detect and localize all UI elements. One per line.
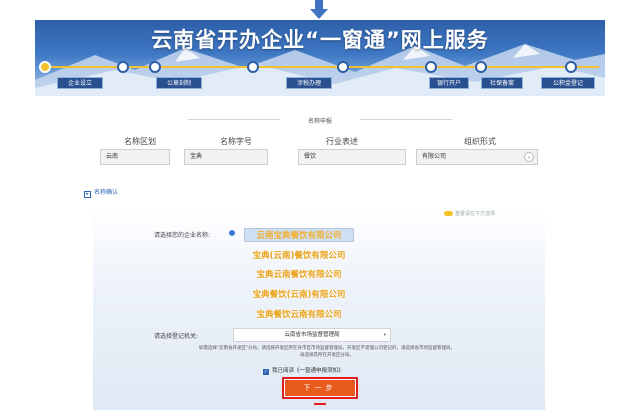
column-header-brand: 名称字号: [220, 137, 252, 146]
step-tab-company[interactable]: 企业设立: [57, 77, 103, 89]
name-confirm-heading: ▸ 名称确认: [84, 187, 118, 198]
agreement-checkbox-row[interactable]: ✓ 我已阅读《一窗通申报须知》: [263, 366, 344, 375]
chevron-down-icon: ▾: [383, 332, 386, 338]
step-tab-housing-fund[interactable]: 公积金登记: [541, 77, 595, 89]
play-icon: ▸: [84, 191, 91, 198]
name-option[interactable]: 宝典(云南)餐饮有限公司: [244, 249, 354, 263]
step-dot: [149, 61, 161, 73]
registry-value: 云南省市场监督管理局: [284, 332, 340, 338]
name-confirm-label: 名称确认: [94, 189, 119, 196]
step-tab-seal[interactable]: 公章刻制: [156, 77, 202, 89]
name-option-text: 云南宝典餐饮有限公司: [256, 231, 342, 241]
chevron-down-icon[interactable]: ⌄: [524, 152, 534, 162]
registry-select[interactable]: 云南省市场监督管理局 ▾: [233, 328, 391, 342]
name-option-selected[interactable]: 云南宝典餐饮有限公司: [244, 228, 354, 242]
step-dot: [337, 61, 349, 73]
org-form-value: 有限公司: [422, 153, 447, 160]
notice-text: 如需选择"云南省开发区"分局，请选择开发区所在县市区市场监督管理局，开发区不受理…: [198, 346, 456, 358]
section-title: 名称申报: [307, 118, 332, 125]
divider: [188, 119, 280, 120]
toggle-hint: 重置请在下方选择: [455, 211, 496, 217]
checkbox-checked-icon[interactable]: ✓: [263, 369, 269, 375]
agreement-label[interactable]: 我已阅读《一窗通申报须知》: [272, 368, 344, 374]
column-header-org-form: 组织形式: [464, 137, 496, 146]
step-tab-tax[interactable]: 涉税办理: [286, 77, 332, 89]
highlight-mark: [314, 403, 326, 410]
name-option[interactable]: 宝典餐饮(云南)有限公司: [244, 288, 354, 302]
down-arrow-icon: [310, 0, 328, 19]
registry-label: 请选择登记机关:: [154, 333, 199, 340]
step-tab-bank[interactable]: 银行开户: [429, 77, 469, 89]
step-tab-social-security[interactable]: 社保备案: [481, 77, 523, 89]
step-dot: [425, 61, 437, 73]
radio-selected-icon[interactable]: [228, 229, 236, 237]
name-option[interactable]: 宝典云南餐饮有限公司: [244, 268, 354, 282]
industry-field[interactable]: 餐饮: [298, 149, 406, 165]
step-dot: [565, 61, 577, 73]
divider: [360, 119, 452, 120]
toggle-switch[interactable]: [444, 211, 453, 216]
column-header-region: 名称区划: [124, 137, 156, 146]
page-title: 云南省开办企业“一窗通”网上服务: [151, 28, 489, 52]
step-dot: [247, 61, 259, 73]
step-dot-active: [39, 61, 51, 73]
page: 云南省开办企业“一窗通”网上服务 企业设立 公章刻制 涉税办理 银行开户 社保备…: [0, 0, 639, 410]
step-dot: [475, 61, 487, 73]
region-field[interactable]: 云南: [100, 149, 170, 165]
choose-name-label: 请选择您的企业名称:: [154, 232, 211, 239]
column-header-industry: 行业表述: [326, 137, 358, 146]
step-dot: [117, 61, 129, 73]
next-button[interactable]: 下一步: [282, 377, 358, 399]
name-option[interactable]: 宝典餐饮云南有限公司: [244, 308, 354, 322]
brand-field[interactable]: 宝典: [184, 149, 268, 165]
org-form-field[interactable]: 有限公司 ⌄: [416, 149, 538, 165]
header-banner: 云南省开办企业“一窗通”网上服务 企业设立 公章刻制 涉税办理 银行开户 社保备…: [35, 20, 605, 96]
